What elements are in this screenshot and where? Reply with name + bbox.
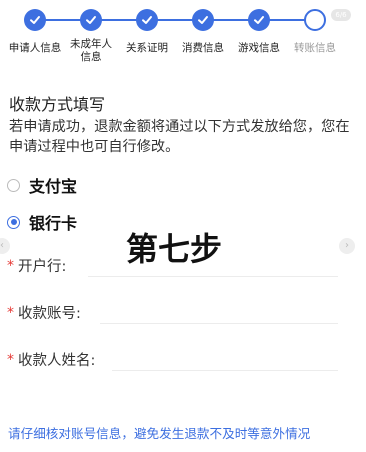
bank-name-input[interactable] <box>88 276 338 277</box>
field-payee-name[interactable]: * 收款人姓名: <box>7 349 95 370</box>
account-number-input[interactable] <box>100 323 338 324</box>
step-5-done <box>248 9 270 31</box>
radio-bank-card[interactable] <box>7 215 20 229</box>
step-6-current <box>304 9 326 31</box>
checkmark-icon <box>254 16 264 24</box>
field-bank-name[interactable]: * 开户行: <box>7 255 66 276</box>
field-account-number[interactable]: * 收款账号: <box>7 302 81 323</box>
checkmark-icon <box>30 16 40 24</box>
step-2-done <box>80 9 102 31</box>
step-5-label: 游戏信息 <box>238 42 280 54</box>
checkmark-icon <box>142 16 152 24</box>
step-watermark: 第七步 <box>126 230 223 268</box>
radio-alipay[interactable] <box>7 178 20 192</box>
step-count-badge: 6/6 <box>331 9 351 21</box>
option-alipay[interactable]: 支付宝 <box>7 173 77 197</box>
progress-stepper: 6/6 申请人信息 未成年人信息 关系证明 消费信息 游戏信息 转账信息 <box>0 0 366 72</box>
required-mark: * <box>7 351 14 368</box>
step-1-done <box>24 9 46 31</box>
required-mark: * <box>7 257 14 274</box>
option-bank-card[interactable]: 银行卡 <box>7 210 77 234</box>
checkmark-icon <box>86 16 96 24</box>
step-6-label: 转账信息 <box>294 42 336 54</box>
checkmark-icon <box>198 16 208 24</box>
payee-name-input[interactable] <box>112 370 338 371</box>
step-4-done <box>192 9 214 31</box>
field-payee-name-label: 收款人姓名: <box>18 353 96 369</box>
step-2-label: 未成年人信息 <box>70 38 112 63</box>
required-mark: * <box>7 304 14 321</box>
verify-tip: 请仔细核对账号信息，避免发生退款不及时等意外情况 <box>8 426 311 441</box>
section-title: 收款方式填写 <box>9 95 106 114</box>
refund-notice: 若申请成功，退款金额将通过以下方式发放给您，您在申请过程中也可自行修改。 <box>9 119 350 155</box>
step-4-label: 消费信息 <box>182 42 224 54</box>
field-bank-name-label: 开户行: <box>18 259 67 275</box>
step-3-label: 关系证明 <box>126 42 168 54</box>
chevron-left-icon[interactable]: ‹ <box>0 238 10 254</box>
chevron-right-icon[interactable]: › <box>339 238 355 254</box>
option-alipay-label: 支付宝 <box>29 177 78 196</box>
option-bank-card-label: 银行卡 <box>29 214 78 233</box>
step-3-done <box>136 9 158 31</box>
field-account-number-label: 收款账号: <box>18 306 81 322</box>
step-1-label: 申请人信息 <box>8 42 62 54</box>
